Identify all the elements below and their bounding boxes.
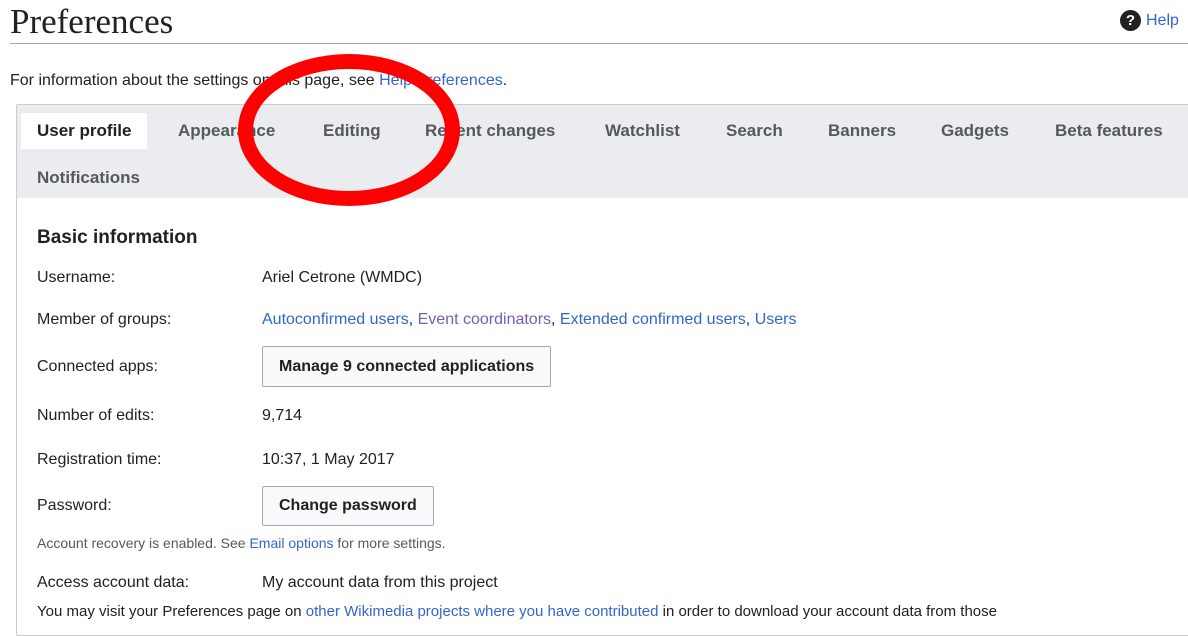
tab-watchlist[interactable]: Watchlist (605, 113, 680, 149)
tab-appearance[interactable]: Appearance (178, 113, 275, 149)
page-title: Preferences (10, 2, 174, 41)
password-label: Password: (37, 497, 112, 514)
tab-notifications[interactable]: Notifications (37, 160, 140, 196)
tab-beta-features[interactable]: Beta features (1055, 113, 1163, 149)
tab-recent-changes[interactable]: Recent changes (425, 113, 555, 149)
title-divider (10, 43, 1188, 44)
group-separator: , (551, 311, 560, 328)
manage-connected-apps-button[interactable]: Manage 9 connected applications (262, 346, 552, 387)
intro-text: For information about the settings on th… (10, 72, 507, 90)
recovery-suffix: for more settings. (333, 535, 446, 551)
access-account-label: Access account data: (37, 574, 190, 591)
tab-banners[interactable]: Banners (828, 113, 896, 149)
group-separator: , (408, 311, 418, 328)
help-link[interactable]: ? Help (1120, 10, 1179, 31)
group-link-autoconfirmed[interactable]: Autoconfirmed users (262, 311, 409, 328)
group-link-extended-confirmed[interactable]: Extended confirmed users (560, 311, 746, 328)
tab-bar: User profile Appearance Editing Recent c… (17, 105, 1188, 198)
visit-prefix: You may visit your Preferences page on (37, 603, 306, 620)
recovery-note: Account recovery is enabled. See Email o… (37, 535, 446, 551)
intro-prefix: For information about the settings on th… (10, 72, 380, 89)
other-projects-link[interactable]: other Wikimedia projects where you have … (306, 603, 659, 620)
section-title-basic-information: Basic information (37, 227, 198, 248)
help-label: Help (1146, 11, 1179, 29)
group-separator: , (745, 311, 755, 328)
tab-user-profile[interactable]: User profile (21, 113, 148, 149)
preferences-panel: User profile Appearance Editing Recent c… (16, 104, 1188, 636)
groups-value: Autoconfirmed users, Event coordinators,… (262, 311, 796, 329)
groups-label: Member of groups: (37, 311, 172, 328)
username-label: Username: (37, 269, 116, 286)
intro-suffix: . (502, 72, 508, 89)
recovery-prefix: Account recovery is enabled. See (37, 535, 250, 551)
group-link-event-coordinators[interactable]: Event coordinators (418, 311, 551, 328)
registration-value: 10:37, 1 May 2017 (262, 451, 395, 468)
registration-label: Registration time: (37, 451, 162, 468)
tab-editing[interactable]: Editing (323, 113, 381, 149)
change-password-button[interactable]: Change password (262, 486, 434, 526)
my-account-data-link[interactable]: My account data from this project (262, 574, 498, 592)
edits-label: Number of edits: (37, 407, 155, 424)
tab-search[interactable]: Search (726, 113, 783, 149)
visit-note: You may visit your Preferences page on o… (37, 603, 997, 620)
visit-suffix: in order to download your account data f… (658, 603, 997, 620)
connected-apps-label: Connected apps: (37, 358, 158, 375)
email-options-link[interactable]: Email options (249, 535, 333, 551)
help-preferences-link[interactable]: Help:Preferences (379, 72, 503, 89)
help-icon: ? (1120, 10, 1141, 31)
group-link-users[interactable]: Users (755, 311, 797, 328)
edits-count-link[interactable]: 9,714 (262, 407, 302, 425)
tab-gadgets[interactable]: Gadgets (941, 113, 1009, 149)
username-value: Ariel Cetrone (WMDC) (262, 269, 423, 286)
